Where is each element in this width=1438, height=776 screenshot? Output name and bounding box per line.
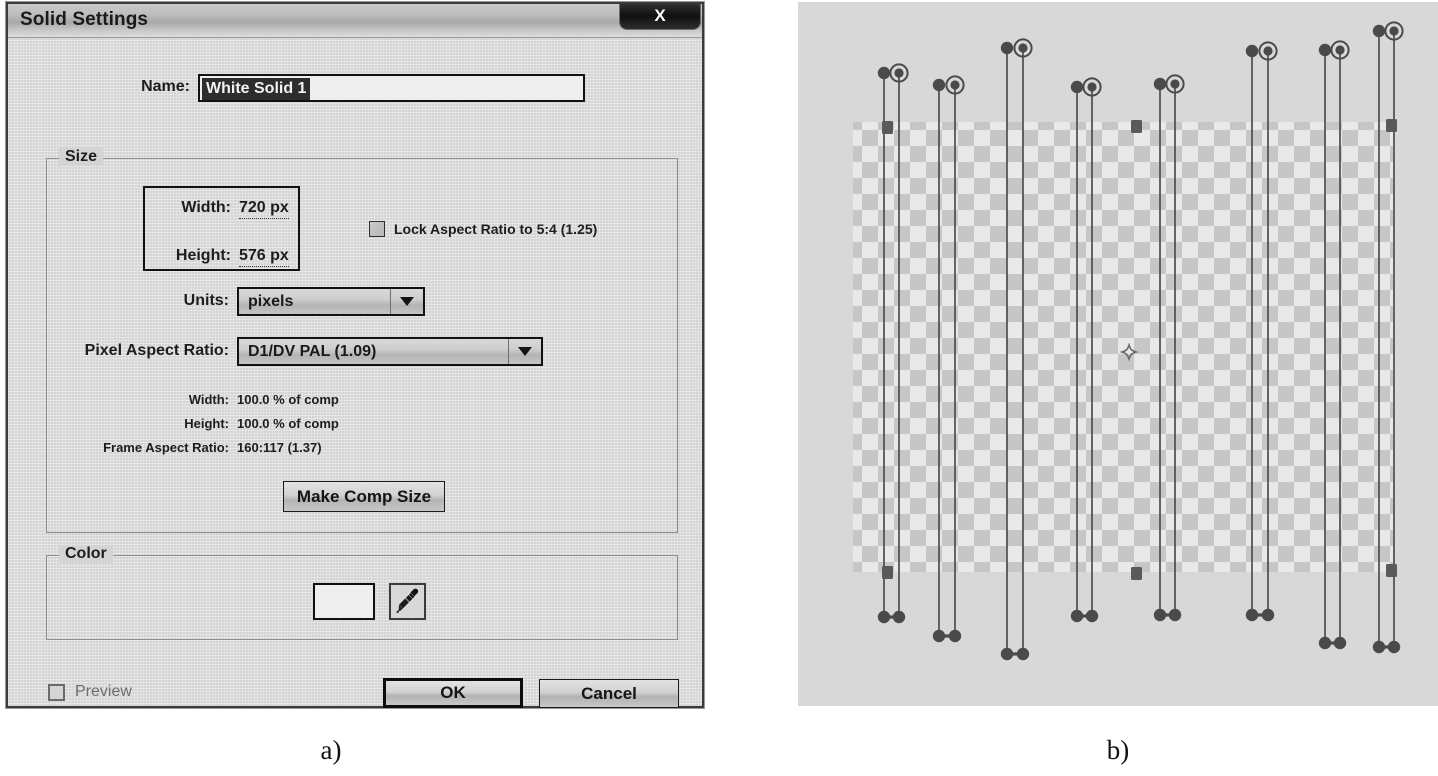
width-height-box: Width: 720 px Height: 576 px <box>143 186 300 271</box>
caption-b: b) <box>1106 735 1130 765</box>
caption-a: a) <box>320 735 342 765</box>
height-label: Height: <box>175 247 231 264</box>
width-row: Width: 720 px <box>145 199 298 223</box>
checkbox-icon <box>48 683 65 701</box>
dialog-titlebar: Solid Settings X <box>8 4 702 38</box>
pixel-aspect-ratio-label: Pixel Aspect Ratio: <box>84 342 229 359</box>
chevron-down-icon <box>508 339 541 364</box>
width-label: Width: <box>181 199 231 216</box>
pixel-aspect-ratio-row: Pixel Aspect Ratio: D1/DV PAL (1.09) <box>47 337 677 366</box>
pixel-aspect-ratio-select[interactable]: D1/DV PAL (1.09) <box>237 337 543 366</box>
size-group-legend: Size <box>59 148 104 166</box>
units-select[interactable]: pixels <box>237 287 425 316</box>
figure-root: Solid Settings X Name: White Solid 1 Siz… <box>0 0 1438 776</box>
lock-aspect-ratio-checkbox[interactable]: Lock Aspect Ratio to 5:4 (1.25) <box>369 221 597 237</box>
units-label: Units: <box>183 292 229 309</box>
percent-height-label: Height: <box>184 416 229 431</box>
checkbox-icon <box>369 221 385 237</box>
composition-canvas <box>798 2 1438 706</box>
name-input[interactable]: White Solid 1 <box>198 74 585 102</box>
lock-aspect-ratio-label: Lock Aspect Ratio to 5:4 (1.25) <box>394 221 598 237</box>
frame-aspect-ratio-value: 160:117 (1.37) <box>237 440 322 455</box>
percent-width-value: 100.0 % of comp <box>237 392 339 407</box>
units-row: Units: pixels <box>47 287 677 316</box>
close-icon[interactable]: X <box>619 4 701 30</box>
percent-height-value: 100.0 % of comp <box>237 416 339 431</box>
dialog-body: Name: White Solid 1 Size Width: 720 px H… <box>8 38 702 708</box>
pixel-aspect-ratio-value: D1/DV PAL (1.09) <box>248 342 377 360</box>
make-comp-size-button[interactable]: Make Comp Size <box>283 481 445 512</box>
preview-label: Preview <box>75 683 132 700</box>
color-swatch[interactable] <box>313 583 375 620</box>
name-input-value: White Solid 1 <box>202 78 311 100</box>
preview-checkbox[interactable]: Preview <box>48 683 132 701</box>
name-row: Name: White Solid 1 <box>8 74 702 104</box>
cancel-button[interactable]: Cancel <box>539 679 679 708</box>
height-row: Height: 576 px <box>145 247 298 271</box>
size-group: Size Width: 720 px Height: 576 px Lock A… <box>46 148 678 533</box>
solid-settings-dialog: Solid Settings X Name: White Solid 1 Siz… <box>6 2 704 708</box>
composition-panel[interactable] <box>798 2 1438 706</box>
color-group-legend: Color <box>59 545 113 563</box>
height-input[interactable]: 576 px <box>239 247 289 267</box>
frame-aspect-ratio-label: Frame Aspect Ratio: <box>103 440 229 455</box>
chevron-down-icon <box>390 289 423 314</box>
name-label: Name: <box>141 78 190 95</box>
ok-button[interactable]: OK <box>383 678 523 708</box>
width-input[interactable]: 720 px <box>239 199 289 219</box>
percent-width-label: Width: <box>188 392 229 407</box>
dialog-title: Solid Settings <box>20 9 149 30</box>
eyedropper-icon[interactable] <box>389 583 426 620</box>
color-group: Color <box>46 545 678 640</box>
units-select-value: pixels <box>248 292 294 310</box>
